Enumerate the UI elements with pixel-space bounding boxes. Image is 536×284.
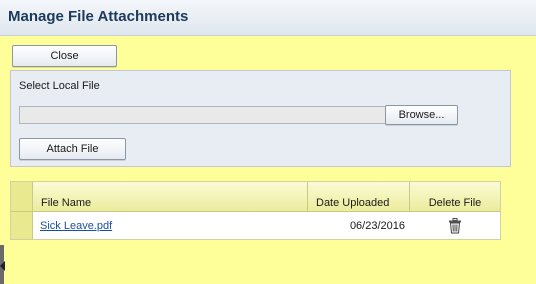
dialog-title-bar: Manage File Attachments	[0, 0, 536, 36]
column-header-date-uploaded[interactable]: Date Uploaded	[307, 182, 409, 211]
date-uploaded-cell: 06/23/2016	[349, 219, 405, 232]
column-header-delete-file: Delete File	[409, 182, 500, 211]
browse-button[interactable]: Browse...	[385, 105, 458, 125]
delete-cell	[409, 212, 500, 239]
file-link[interactable]: Sick Leave.pdf	[40, 220, 112, 232]
table-header: File Name Date Uploaded Delete File	[11, 182, 500, 212]
select-file-label: Select Local File	[19, 80, 100, 92]
column-header-file-name[interactable]: File Name	[32, 182, 307, 211]
dialog-title: Manage File Attachments	[8, 8, 189, 25]
trash-icon[interactable]	[448, 217, 462, 234]
attach-file-button[interactable]: Attach File	[19, 138, 126, 160]
close-button[interactable]: Close	[12, 45, 117, 67]
attachments-table: File Name Date Uploaded Delete File Sick…	[10, 181, 501, 240]
collapse-left-icon[interactable]	[0, 261, 5, 271]
row-header-corner	[11, 182, 33, 211]
file-path-field[interactable]	[19, 106, 386, 124]
upload-panel: Select Local File Browse... Attach File	[10, 70, 511, 167]
row-selector[interactable]	[11, 212, 33, 239]
file-name-cell: Sick Leave.pdf	[32, 212, 307, 239]
